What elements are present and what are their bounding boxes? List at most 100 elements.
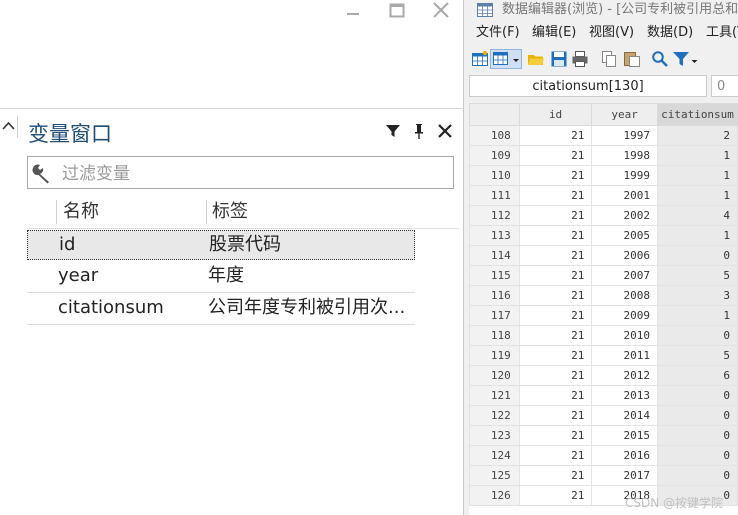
cell-year[interactable]: 2007 bbox=[591, 265, 659, 286]
cell-name-box[interactable]: citationsum[130] bbox=[469, 75, 707, 97]
table-row[interactable]: 121 21 2013 0 bbox=[469, 385, 738, 406]
cell-citationsum[interactable]: 1 bbox=[657, 185, 738, 206]
table-row[interactable]: 124 21 2016 0 bbox=[469, 445, 738, 466]
row-number[interactable]: 108 bbox=[469, 125, 520, 146]
search-icon[interactable] bbox=[651, 50, 669, 72]
grid-icon[interactable] bbox=[490, 49, 522, 69]
variable-row[interactable]: year 年度 bbox=[27, 262, 415, 292]
row-number[interactable]: 109 bbox=[469, 145, 520, 166]
cell-year[interactable]: 2016 bbox=[591, 445, 659, 466]
cell-year[interactable]: 2010 bbox=[591, 325, 659, 346]
minimize-icon[interactable] bbox=[338, 0, 368, 22]
filter-toolbar-icon[interactable] bbox=[672, 50, 700, 72]
cell-id[interactable]: 21 bbox=[518, 405, 593, 426]
cell-year[interactable]: 1999 bbox=[591, 165, 659, 186]
row-number[interactable]: 123 bbox=[469, 425, 520, 446]
cell-citationsum[interactable]: 6 bbox=[657, 365, 738, 386]
cell-citationsum[interactable]: 1 bbox=[657, 225, 738, 246]
cell-id[interactable]: 21 bbox=[518, 305, 593, 326]
table-row[interactable]: 125 21 2017 0 bbox=[469, 465, 738, 486]
column-separator[interactable] bbox=[206, 200, 207, 224]
filter-variables-input[interactable] bbox=[60, 160, 454, 188]
filter-icon[interactable] bbox=[385, 122, 401, 140]
maximize-icon[interactable] bbox=[382, 0, 412, 22]
save-icon[interactable] bbox=[550, 50, 568, 72]
cell-citationsum[interactable]: 0 bbox=[657, 405, 738, 426]
cell-id[interactable]: 21 bbox=[518, 245, 593, 266]
paste-icon[interactable] bbox=[623, 50, 641, 72]
print-icon[interactable] bbox=[571, 50, 589, 72]
cell-id[interactable]: 21 bbox=[518, 165, 593, 186]
table-row[interactable]: 122 21 2014 0 bbox=[469, 405, 738, 426]
cell-year[interactable]: 2017 bbox=[591, 465, 659, 486]
table-row[interactable]: 120 21 2012 6 bbox=[469, 365, 738, 386]
table-row[interactable]: 123 21 2015 0 bbox=[469, 425, 738, 446]
table-row[interactable]: 114 21 2006 0 bbox=[469, 245, 738, 266]
cell-citationsum[interactable]: 0 bbox=[657, 245, 738, 266]
chevron-up-icon[interactable] bbox=[0, 116, 18, 138]
cell-year[interactable]: 2013 bbox=[591, 385, 659, 406]
column-header-name[interactable]: 名称 bbox=[63, 198, 99, 226]
table-row[interactable]: 112 21 2002 4 bbox=[469, 205, 738, 226]
row-number[interactable]: 111 bbox=[469, 185, 520, 206]
row-number[interactable]: 120 bbox=[469, 365, 520, 386]
cell-citationsum[interactable]: 0 bbox=[657, 385, 738, 406]
row-number[interactable]: 117 bbox=[469, 305, 520, 326]
cell-citationsum[interactable]: 5 bbox=[657, 345, 738, 366]
variable-row[interactable]: citationsum 公司年度专利被引用次... bbox=[27, 294, 415, 324]
column-header-id[interactable]: id bbox=[518, 103, 593, 126]
cell-year[interactable]: 1998 bbox=[591, 145, 659, 166]
table-row[interactable]: 118 21 2010 0 bbox=[469, 325, 738, 346]
menu-view[interactable]: 视图(V) bbox=[589, 22, 634, 44]
row-number[interactable]: 113 bbox=[469, 225, 520, 246]
cell-year[interactable]: 2011 bbox=[591, 345, 659, 366]
pin-icon[interactable] bbox=[411, 122, 427, 140]
cell-year[interactable]: 2015 bbox=[591, 425, 659, 446]
cell-citationsum[interactable]: 0 bbox=[657, 465, 738, 486]
row-number[interactable]: 122 bbox=[469, 405, 520, 426]
cell-id[interactable]: 21 bbox=[518, 265, 593, 286]
cell-id[interactable]: 21 bbox=[518, 345, 593, 366]
cell-id[interactable]: 21 bbox=[518, 125, 593, 146]
row-number[interactable]: 114 bbox=[469, 245, 520, 266]
close-icon[interactable] bbox=[426, 0, 456, 22]
row-number[interactable]: 121 bbox=[469, 385, 520, 406]
cell-year[interactable]: 1997 bbox=[591, 125, 659, 146]
cell-id[interactable]: 21 bbox=[518, 485, 593, 506]
column-separator[interactable] bbox=[56, 200, 57, 224]
menu-data[interactable]: 数据(D) bbox=[647, 22, 693, 44]
cell-year[interactable]: 2008 bbox=[591, 285, 659, 306]
cell-year[interactable]: 2006 bbox=[591, 245, 659, 266]
table-row[interactable]: 111 21 2001 1 bbox=[469, 185, 738, 206]
cell-citationsum[interactable]: 3 bbox=[657, 285, 738, 306]
cell-year[interactable]: 2009 bbox=[591, 305, 659, 326]
cell-citationsum[interactable]: 1 bbox=[657, 165, 738, 186]
cell-id[interactable]: 21 bbox=[518, 205, 593, 226]
table-row[interactable]: 109 21 1998 1 bbox=[469, 145, 738, 166]
cell-id[interactable]: 21 bbox=[518, 185, 593, 206]
row-number[interactable]: 124 bbox=[469, 445, 520, 466]
cell-id[interactable]: 21 bbox=[518, 145, 593, 166]
cell-year[interactable]: 2005 bbox=[591, 225, 659, 246]
table-row[interactable]: 108 21 1997 2 bbox=[469, 125, 738, 146]
column-header-label[interactable]: 标签 bbox=[212, 198, 248, 226]
menu-edit[interactable]: 编辑(E) bbox=[532, 22, 576, 44]
cell-id[interactable]: 21 bbox=[518, 365, 593, 386]
row-number[interactable]: 125 bbox=[469, 465, 520, 486]
cell-id[interactable]: 21 bbox=[518, 225, 593, 246]
cell-citationsum[interactable]: 2 bbox=[657, 125, 738, 146]
cell-citationsum[interactable]: 0 bbox=[657, 425, 738, 446]
variable-row[interactable]: id 股票代码 bbox=[27, 230, 415, 260]
copy-icon[interactable] bbox=[600, 50, 618, 72]
cell-id[interactable]: 21 bbox=[518, 325, 593, 346]
row-number[interactable]: 110 bbox=[469, 165, 520, 186]
cell-id[interactable]: 21 bbox=[518, 285, 593, 306]
cell-year[interactable]: 2014 bbox=[591, 405, 659, 426]
table-row[interactable]: 113 21 2005 1 bbox=[469, 225, 738, 246]
cell-citationsum[interactable]: 0 bbox=[657, 325, 738, 346]
open-icon[interactable] bbox=[527, 50, 545, 72]
cell-citationsum[interactable]: 0 bbox=[657, 445, 738, 466]
table-row[interactable]: 110 21 1999 1 bbox=[469, 165, 738, 186]
table-row[interactable]: 117 21 2009 1 bbox=[469, 305, 738, 326]
row-number[interactable]: 118 bbox=[469, 325, 520, 346]
